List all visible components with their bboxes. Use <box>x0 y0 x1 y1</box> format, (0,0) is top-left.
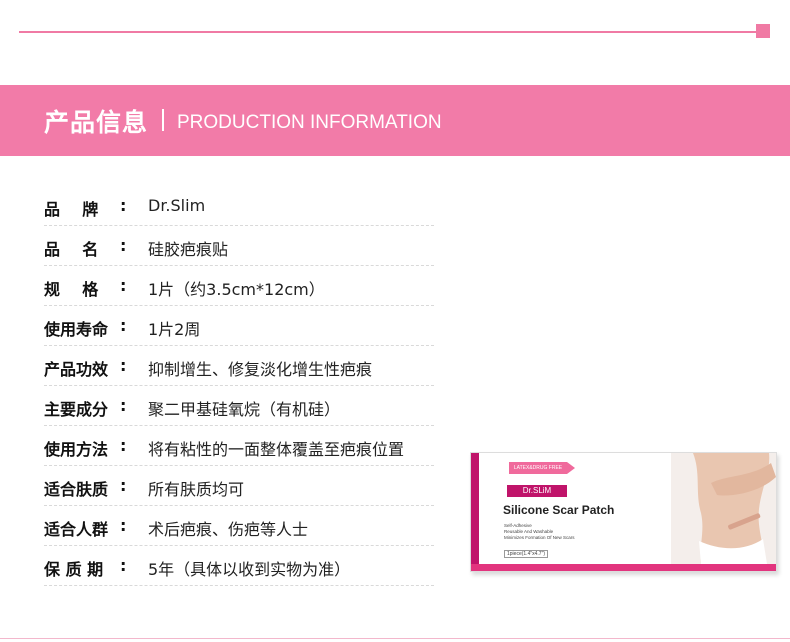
spec-row: 使用寿命 : 1片2周 <box>44 306 434 346</box>
spec-row: 主要成分 : 聚二甲基硅氧烷（有机硅） <box>44 386 434 426</box>
spec-value: 抑制增生、修复淡化增生性疤痕 <box>148 360 373 379</box>
spec-label: 品 牌 <box>44 200 99 219</box>
spec-label: 主要成分 <box>44 400 109 419</box>
spec-row: 产品功效 : 抑制增生、修复淡化增生性疤痕 <box>44 346 434 386</box>
spec-label: 规 格 <box>44 280 99 299</box>
package-feature: Minimizes Formation Of New Scars <box>504 535 575 540</box>
spec-row: 规 格 : 1片（约3.5cm*12cm） <box>44 266 434 306</box>
package-brand: Dr.SLiM <box>507 485 567 497</box>
spec-colon: : <box>120 316 127 335</box>
product-package-image: LATEX&DRUG FREE Dr.SLiM Silicone Scar Pa… <box>470 452 777 572</box>
spec-value: 所有肤质均可 <box>148 480 245 499</box>
spec-colon: : <box>120 476 127 495</box>
bottom-divider-line <box>0 638 790 639</box>
spec-value: 1片2周 <box>148 320 201 339</box>
spec-colon: : <box>120 236 127 255</box>
spec-label: 使用寿命 <box>44 320 109 339</box>
spec-value: 5年（具体以收到实物为准） <box>148 560 351 579</box>
spec-label: 适合人群 <box>44 520 109 539</box>
model-photo <box>671 453 776 564</box>
spec-colon: : <box>120 396 127 415</box>
package-feature: Reusable And Washable <box>504 529 554 534</box>
spec-label: 使用方法 <box>44 440 109 459</box>
package-product-name: Silicone Scar Patch <box>503 503 615 517</box>
spec-row: 使用方法 : 将有粘性的一面整体覆盖至疤痕位置 <box>44 426 434 466</box>
spec-row: 品 名 : 硅胶疤痕贴 <box>44 226 434 266</box>
spec-table: 品 牌 : Dr.Slim 品 名 : 硅胶疤痕贴 规 格 : 1片（约3.5c… <box>44 186 434 586</box>
spec-value: Dr.Slim <box>148 196 206 215</box>
banner-separator <box>162 109 164 131</box>
spec-label: 产品功效 <box>44 360 109 379</box>
spec-value: 1片（约3.5cm*12cm） <box>148 280 325 299</box>
banner-title-cn: 产品信息 <box>44 108 149 137</box>
spec-colon: : <box>120 516 127 535</box>
package-bottom-bar <box>471 564 776 571</box>
spec-value: 将有粘性的一面整体覆盖至疤痕位置 <box>148 440 405 459</box>
spec-label: 保 质 期 <box>44 560 104 579</box>
spec-colon: : <box>120 196 127 215</box>
top-divider-line <box>19 31 756 33</box>
package-ribbon-arrow <box>567 462 575 474</box>
spec-row: 保 质 期 : 5年（具体以收到实物为准） <box>44 546 434 586</box>
spec-colon: : <box>120 556 127 575</box>
spec-colon: : <box>120 276 127 295</box>
banner-title-en: PRODUCTION INFORMATION <box>177 112 442 133</box>
package-size: 1piece(1.4"x4.7") <box>504 550 549 558</box>
spec-row: 适合肤质 : 所有肤质均可 <box>44 466 434 506</box>
package-edge <box>471 453 479 571</box>
spec-colon: : <box>120 436 127 455</box>
package-ribbon: LATEX&DRUG FREE <box>509 462 567 474</box>
spec-colon: : <box>120 356 127 375</box>
spec-row: 品 牌 : Dr.Slim <box>44 186 434 226</box>
spec-label: 品 名 <box>44 240 99 259</box>
spec-value: 聚二甲基硅氧烷（有机硅） <box>148 400 341 419</box>
package-feature: Self-Adhesive <box>504 523 532 528</box>
top-divider-square <box>756 24 770 38</box>
spec-value: 硅胶疤痕贴 <box>148 240 229 259</box>
spec-label: 适合肤质 <box>44 480 109 499</box>
spec-value: 术后疤痕、伤疤等人士 <box>148 520 309 539</box>
spec-row: 适合人群 : 术后疤痕、伤疤等人士 <box>44 506 434 546</box>
